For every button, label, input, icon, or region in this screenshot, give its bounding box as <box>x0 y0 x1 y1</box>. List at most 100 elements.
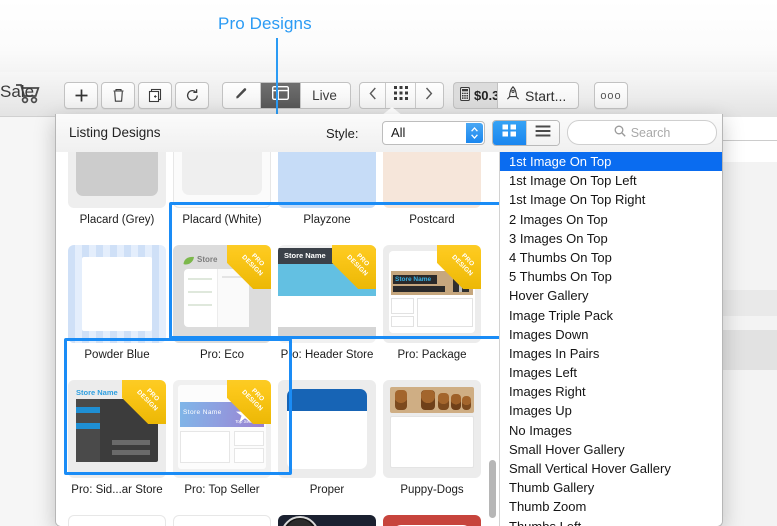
list-item[interactable]: 1st Image On Top Right <box>500 190 722 209</box>
list-item[interactable]: Small Hover Gallery <box>500 440 722 459</box>
previous-button[interactable] <box>360 83 386 108</box>
design-label: Puppy-Dogs <box>400 484 464 496</box>
design-thumbnail[interactable] <box>278 515 376 526</box>
search-placeholder: Search <box>630 125 671 140</box>
design-cell[interactable]: Placard (Grey) <box>68 152 166 226</box>
grid-view-toolbar-button[interactable] <box>386 83 416 108</box>
list-item[interactable]: 4 Thumbs On Top <box>500 248 722 267</box>
view-mode-toggle[interactable] <box>492 120 560 146</box>
design-cell[interactable]: Postcard <box>383 152 481 226</box>
design-cell[interactable]: Placard (White) <box>173 152 271 226</box>
list-item[interactable]: 1st Image On Top <box>500 152 722 172</box>
list-item[interactable]: 2 Images On Top <box>500 210 722 229</box>
grid-view-button[interactable] <box>493 121 526 145</box>
design-cell[interactable] <box>278 515 376 526</box>
next-button[interactable] <box>416 83 442 108</box>
pencil-icon <box>234 86 249 106</box>
search-icon <box>614 124 626 142</box>
design-cell[interactable]: Proper <box>278 380 376 496</box>
edit-mode-button[interactable] <box>223 83 261 108</box>
pro-design-badge: PRO DESIGN <box>227 380 271 424</box>
design-thumbnail[interactable] <box>68 152 166 208</box>
designs-grid-scrollbar[interactable] <box>486 160 499 520</box>
window-title: Sale <box>0 82 35 101</box>
design-label: Pro: Top Seller <box>184 484 260 496</box>
window-icon <box>271 85 290 105</box>
list-item[interactable]: 1st Image On Top Left <box>500 171 722 190</box>
pro-design-badge: PRO DESIGN <box>332 245 376 289</box>
search-field[interactable]: Search <box>567 120 717 145</box>
grid-icon <box>393 86 408 105</box>
design-thumbnail[interactable] <box>278 152 376 208</box>
design-thumbnail[interactable]: Store Name Top Seller PRO DESIGN <box>173 380 271 478</box>
list-view-icon <box>535 124 551 142</box>
right-band-3 <box>721 330 777 370</box>
list-item[interactable]: Image Triple Pack <box>500 306 722 325</box>
duplicate-button[interactable] <box>138 82 172 109</box>
design-cell[interactable] <box>383 515 481 526</box>
list-view-button[interactable] <box>525 121 559 145</box>
list-item[interactable]: Hover Gallery <box>500 286 722 305</box>
list-item[interactable]: Images Up <box>500 401 722 420</box>
preview-mode-button[interactable] <box>261 83 301 108</box>
design-cell[interactable]: Powder Blue <box>68 245 166 361</box>
list-item[interactable]: 5 Thumbs On Top <box>500 267 722 286</box>
refresh-icon <box>185 88 200 103</box>
live-mode-button[interactable]: Live <box>301 83 348 108</box>
designs-row: Powder Blue Store PRO DESIGN Pro: Eco St… <box>56 245 499 380</box>
pro-design-badge: PRO DESIGN <box>122 380 166 424</box>
design-thumbnail[interactable]: “ <box>173 515 271 526</box>
delete-button[interactable] <box>101 82 135 109</box>
nav-segmented-control[interactable] <box>359 82 444 109</box>
design-thumbnail[interactable]: Store Name PRO DESIGN <box>383 245 481 343</box>
design-thumbnail[interactable]: Store PRO DESIGN <box>173 245 271 343</box>
left-divider <box>0 116 56 117</box>
store-text: Store <box>197 255 218 264</box>
design-cell[interactable]: Store PRO DESIGN Pro: Eco <box>173 245 271 361</box>
design-cell[interactable]: Store Name PRO DESIGN P <box>383 245 481 361</box>
design-cell[interactable]: Store Name PRO DESIGN Pro: Header Store <box>278 245 376 361</box>
design-cell[interactable]: Puristic <box>68 515 166 526</box>
list-item[interactable]: Images Left <box>500 363 722 382</box>
design-thumbnail[interactable]: Puristic <box>68 515 166 526</box>
plus-icon <box>74 88 89 103</box>
designs-grid[interactable]: Placard (Grey) Placard (White) Playzone <box>56 152 499 526</box>
background-list-left <box>0 117 56 526</box>
design-cell[interactable]: “ <box>173 515 271 526</box>
list-item[interactable]: Images Down <box>500 325 722 344</box>
more-options-button[interactable]: ooo <box>594 82 628 109</box>
list-item[interactable]: 3 Images On Top <box>500 229 722 248</box>
design-cell[interactable]: Playzone <box>278 152 376 226</box>
live-mode-label: Live <box>312 88 337 103</box>
design-thumbnail[interactable]: Store Name PRO DESIGN <box>278 245 376 343</box>
chevron-down-icon <box>471 134 478 139</box>
list-item[interactable]: Thumb Zoom <box>500 497 722 516</box>
list-item[interactable]: Small Vertical Hover Gallery <box>500 459 722 478</box>
list-item[interactable]: Images In Pairs <box>500 344 722 363</box>
design-cell[interactable]: Store Name Top Seller PRO DESIGN Pro: To… <box>173 380 271 496</box>
chevron-right-icon <box>425 87 433 105</box>
refresh-button[interactable] <box>175 82 209 109</box>
style-select[interactable]: All <box>382 121 485 145</box>
list-item[interactable]: Thumbs Left <box>500 517 722 526</box>
scrollbar-thumb[interactable] <box>489 460 496 518</box>
layouts-list[interactable]: 1st Image On Top 1st Image On Top Left 1… <box>499 152 722 526</box>
start-button[interactable]: Start... <box>497 82 580 109</box>
annotation-label: Pro Designs <box>218 14 312 33</box>
design-thumbnail[interactable] <box>383 515 481 526</box>
list-item[interactable]: Thumb Gallery <box>500 478 722 497</box>
design-cell[interactable]: Puppy-Dogs <box>383 380 481 496</box>
design-thumbnail[interactable] <box>383 152 481 208</box>
design-thumbnail[interactable] <box>68 245 166 343</box>
style-select-stepper[interactable] <box>466 123 483 143</box>
listing-designs-dialog: Listing Designs Style: All Search Placar… <box>55 114 723 526</box>
mode-segmented-control[interactable]: Live <box>222 82 351 109</box>
design-thumbnail[interactable] <box>173 152 271 208</box>
design-cell[interactable]: Store Name PRO DESIGN P <box>68 380 166 496</box>
list-item[interactable]: Images Right <box>500 382 722 401</box>
list-item[interactable]: No Images <box>500 421 722 440</box>
design-thumbnail[interactable] <box>383 380 481 478</box>
add-button[interactable] <box>64 82 98 109</box>
design-thumbnail[interactable]: Store Name PRO DESIGN <box>68 380 166 478</box>
design-thumbnail[interactable] <box>278 380 376 478</box>
